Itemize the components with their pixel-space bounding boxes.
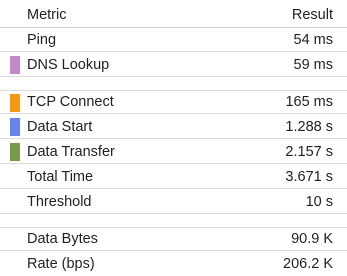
table-row: Total Time 3.671 s <box>0 165 347 189</box>
section-gap <box>0 215 347 227</box>
color-swatch <box>10 94 20 112</box>
result-column-header: Result <box>291 7 333 23</box>
metric-value: 165 ms <box>285 94 333 110</box>
metric-label: Data Start <box>27 118 93 135</box>
metric-value: 90.9 K <box>291 231 333 247</box>
table-row: Data Bytes 90.9 K <box>0 227 347 251</box>
metric-value: 10 s <box>305 193 333 210</box>
metric-label: Data Transfer <box>27 143 115 160</box>
section-gap <box>0 78 347 90</box>
metric-value: 3.671 s <box>285 168 333 185</box>
table-row: Ping 54 ms <box>0 28 347 52</box>
color-swatch <box>10 56 20 74</box>
metric-label: DNS Lookup <box>27 56 110 73</box>
color-swatch <box>10 118 20 136</box>
metric-value: 1.288 s <box>285 118 333 135</box>
table-row: Threshold 10 s <box>0 190 347 214</box>
metric-value: 54 ms <box>293 31 334 48</box>
metric-label: Rate (bps) <box>27 256 95 272</box>
metric-label: Data Bytes <box>27 231 98 247</box>
metric-label: Total Time <box>27 168 94 185</box>
metric-value: 206.2 K <box>283 256 333 272</box>
metric-label: TCP Connect <box>27 94 114 110</box>
metric-value: 59 ms <box>293 56 334 73</box>
color-swatch <box>10 143 20 161</box>
metric-value: 2.157 s <box>285 143 333 160</box>
table-row: Data Start 1.288 s <box>0 115 347 139</box>
metrics-table: Metric Result Ping 54 ms DNS Lookup 59 m… <box>0 0 347 274</box>
metric-label: Threshold <box>27 193 92 210</box>
table-header: Metric Result <box>0 3 347 28</box>
table-row: Data Transfer 2.157 s <box>0 140 347 164</box>
table-row: Rate (bps) 206.2 K <box>0 252 347 276</box>
table-row: TCP Connect 165 ms <box>0 90 347 114</box>
metric-column-header: Metric <box>27 7 67 23</box>
table-row: DNS Lookup 59 ms <box>0 53 347 77</box>
metric-label: Ping <box>27 31 57 48</box>
